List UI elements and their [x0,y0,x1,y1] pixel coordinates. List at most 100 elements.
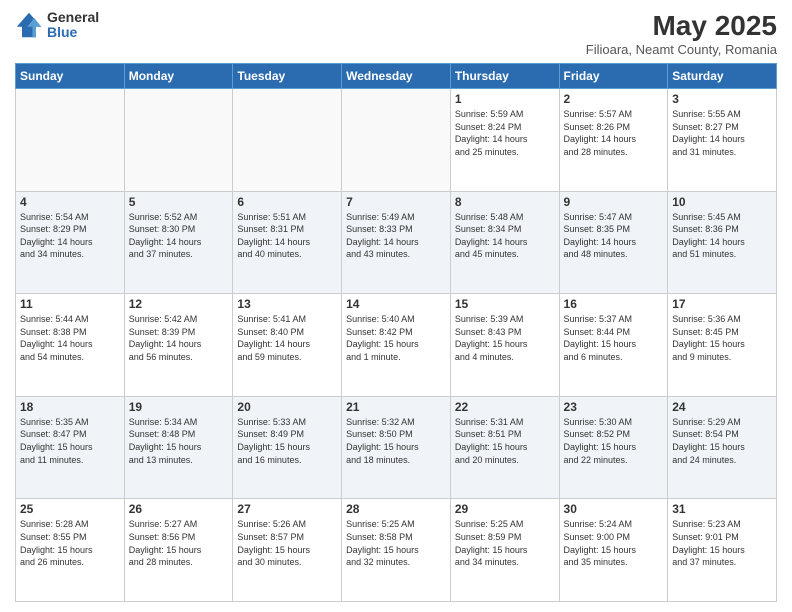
day-info: Sunrise: 5:52 AM Sunset: 8:30 PM Dayligh… [129,211,229,261]
day-info: Sunrise: 5:45 AM Sunset: 8:36 PM Dayligh… [672,211,772,261]
day-info: Sunrise: 5:47 AM Sunset: 8:35 PM Dayligh… [564,211,664,261]
day-cell: 16Sunrise: 5:37 AM Sunset: 8:44 PM Dayli… [559,294,668,397]
day-number: 4 [20,195,120,209]
col-header-sunday: Sunday [16,64,125,89]
day-cell [16,89,125,192]
day-cell: 14Sunrise: 5:40 AM Sunset: 8:42 PM Dayli… [342,294,451,397]
day-number: 19 [129,400,229,414]
logo: General Blue [15,10,99,41]
col-header-friday: Friday [559,64,668,89]
calendar: SundayMondayTuesdayWednesdayThursdayFrid… [15,63,777,602]
logo-blue-text: Blue [47,25,99,40]
day-cell: 11 Sunrise: 5:44 AM Sunset: 8:38 PM Dayli… [16,294,125,397]
day-number: 13 [237,297,337,311]
day-info: Sunrise: 5:42 AM Sunset: 8:39 PM Dayligh… [129,313,229,363]
day-cell: 15 Sunrise: 5:39 AM Sunset: 8:43 PM Dayli… [450,294,559,397]
day-info: Sunrise: 5:44 AM Sunset: 8:38 PM Dayligh… [20,313,120,363]
day-info: Sunrise: 5:57 AM Sunset: 8:26 PM Dayligh… [564,108,664,158]
day-cell: 20Sunrise: 5:33 AM Sunset: 8:49 PM Dayli… [233,396,342,499]
day-info: Sunrise: 5:31 AM Sunset: 8:51 PM Dayligh… [455,416,555,466]
col-header-saturday: Saturday [668,64,777,89]
day-cell [124,89,233,192]
day-cell: 5Sunrise: 5:52 AM Sunset: 8:30 PM Daylig… [124,191,233,294]
header: General Blue May 2025 Filioara, Neamt Co… [15,10,777,57]
col-header-thursday: Thursday [450,64,559,89]
day-number: 9 [564,195,664,209]
header-row: SundayMondayTuesdayWednesdayThursdayFrid… [16,64,777,89]
month-year-title: May 2025 [586,10,777,42]
day-number: 24 [672,400,772,414]
logo-text: General Blue [47,10,99,41]
day-number: 3 [672,92,772,106]
day-cell [342,89,451,192]
day-number: 23 [564,400,664,414]
page: General Blue May 2025 Filioara, Neamt Co… [0,0,792,612]
day-info: Sunrise: 5:29 AM Sunset: 8:54 PM Dayligh… [672,416,772,466]
day-cell: 1 Sunrise: 5:59 AM Sunset: 8:24 PM Daylig… [450,89,559,192]
day-info: Sunrise: 5:26 AM Sunset: 8:57 PM Dayligh… [237,518,337,568]
calendar-table: SundayMondayTuesdayWednesdayThursdayFrid… [15,63,777,602]
day-number: 12 [129,297,229,311]
day-number: 26 [129,502,229,516]
day-info: Sunrise: 5:48 AM Sunset: 8:34 PM Dayligh… [455,211,555,261]
logo-icon [15,11,43,39]
day-info: Sunrise: 5:59 AM Sunset: 8:24 PM Dayligh… [455,108,555,158]
day-cell: 30 Sunrise: 5:24 AM Sunset: 9:00 PM Dayli… [559,499,668,602]
day-cell [233,89,342,192]
day-cell: 13 Sunrise: 5:41 AM Sunset: 8:40 PM Dayli… [233,294,342,397]
day-info: Sunrise: 5:41 AM Sunset: 8:40 PM Dayligh… [237,313,337,363]
col-header-tuesday: Tuesday [233,64,342,89]
day-cell: 9 Sunrise: 5:47 AM Sunset: 8:35 PM Daylig… [559,191,668,294]
day-cell: 7 Sunrise: 5:49 AM Sunset: 8:33 PM Daylig… [342,191,451,294]
day-info: Sunrise: 5:28 AM Sunset: 8:55 PM Dayligh… [20,518,120,568]
day-cell: 12 Sunrise: 5:42 AM Sunset: 8:39 PM Dayli… [124,294,233,397]
day-info: Sunrise: 5:39 AM Sunset: 8:43 PM Dayligh… [455,313,555,363]
day-number: 7 [346,195,446,209]
day-info: Sunrise: 5:32 AM Sunset: 8:50 PM Dayligh… [346,416,446,466]
day-number: 18 [20,400,120,414]
day-number: 6 [237,195,337,209]
day-number: 1 [455,92,555,106]
day-cell: 25 Sunrise: 5:28 AM Sunset: 8:55 PM Dayli… [16,499,125,602]
day-cell: 21 Sunrise: 5:32 AM Sunset: 8:50 PM Dayli… [342,396,451,499]
day-cell: 19Sunrise: 5:34 AM Sunset: 8:48 PM Dayli… [124,396,233,499]
day-info: Sunrise: 5:25 AM Sunset: 8:58 PM Dayligh… [346,518,446,568]
day-info: Sunrise: 5:30 AM Sunset: 8:52 PM Dayligh… [564,416,664,466]
day-info: Sunrise: 5:24 AM Sunset: 9:00 PM Dayligh… [564,518,664,568]
day-info: Sunrise: 5:55 AM Sunset: 8:27 PM Dayligh… [672,108,772,158]
day-number: 8 [455,195,555,209]
day-number: 21 [346,400,446,414]
day-number: 22 [455,400,555,414]
day-number: 28 [346,502,446,516]
week-row-5: 25 Sunrise: 5:28 AM Sunset: 8:55 PM Dayli… [16,499,777,602]
day-number: 25 [20,502,120,516]
day-cell: 27Sunrise: 5:26 AM Sunset: 8:57 PM Dayli… [233,499,342,602]
day-info: Sunrise: 5:36 AM Sunset: 8:45 PM Dayligh… [672,313,772,363]
week-row-3: 11 Sunrise: 5:44 AM Sunset: 8:38 PM Dayli… [16,294,777,397]
logo-general-text: General [47,10,99,25]
day-info: Sunrise: 5:40 AM Sunset: 8:42 PM Dayligh… [346,313,446,363]
day-info: Sunrise: 5:25 AM Sunset: 8:59 PM Dayligh… [455,518,555,568]
day-number: 31 [672,502,772,516]
location-subtitle: Filioara, Neamt County, Romania [586,42,777,57]
day-number: 10 [672,195,772,209]
day-cell: 10 Sunrise: 5:45 AM Sunset: 8:36 PM Dayli… [668,191,777,294]
day-cell: 31 Sunrise: 5:23 AM Sunset: 9:01 PM Dayli… [668,499,777,602]
day-info: Sunrise: 5:49 AM Sunset: 8:33 PM Dayligh… [346,211,446,261]
day-number: 17 [672,297,772,311]
day-number: 11 [20,297,120,311]
day-number: 16 [564,297,664,311]
day-number: 15 [455,297,555,311]
day-cell: 2Sunrise: 5:57 AM Sunset: 8:26 PM Daylig… [559,89,668,192]
day-cell: 28 Sunrise: 5:25 AM Sunset: 8:58 PM Dayli… [342,499,451,602]
week-row-1: 1 Sunrise: 5:59 AM Sunset: 8:24 PM Daylig… [16,89,777,192]
day-cell: 4 Sunrise: 5:54 AM Sunset: 8:29 PM Daylig… [16,191,125,294]
day-info: Sunrise: 5:54 AM Sunset: 8:29 PM Dayligh… [20,211,120,261]
day-cell: 22 Sunrise: 5:31 AM Sunset: 8:51 PM Dayli… [450,396,559,499]
day-number: 30 [564,502,664,516]
day-info: Sunrise: 5:23 AM Sunset: 9:01 PM Dayligh… [672,518,772,568]
day-cell: 29Sunrise: 5:25 AM Sunset: 8:59 PM Dayli… [450,499,559,602]
day-cell: 3 Sunrise: 5:55 AM Sunset: 8:27 PM Daylig… [668,89,777,192]
day-number: 20 [237,400,337,414]
day-info: Sunrise: 5:35 AM Sunset: 8:47 PM Dayligh… [20,416,120,466]
